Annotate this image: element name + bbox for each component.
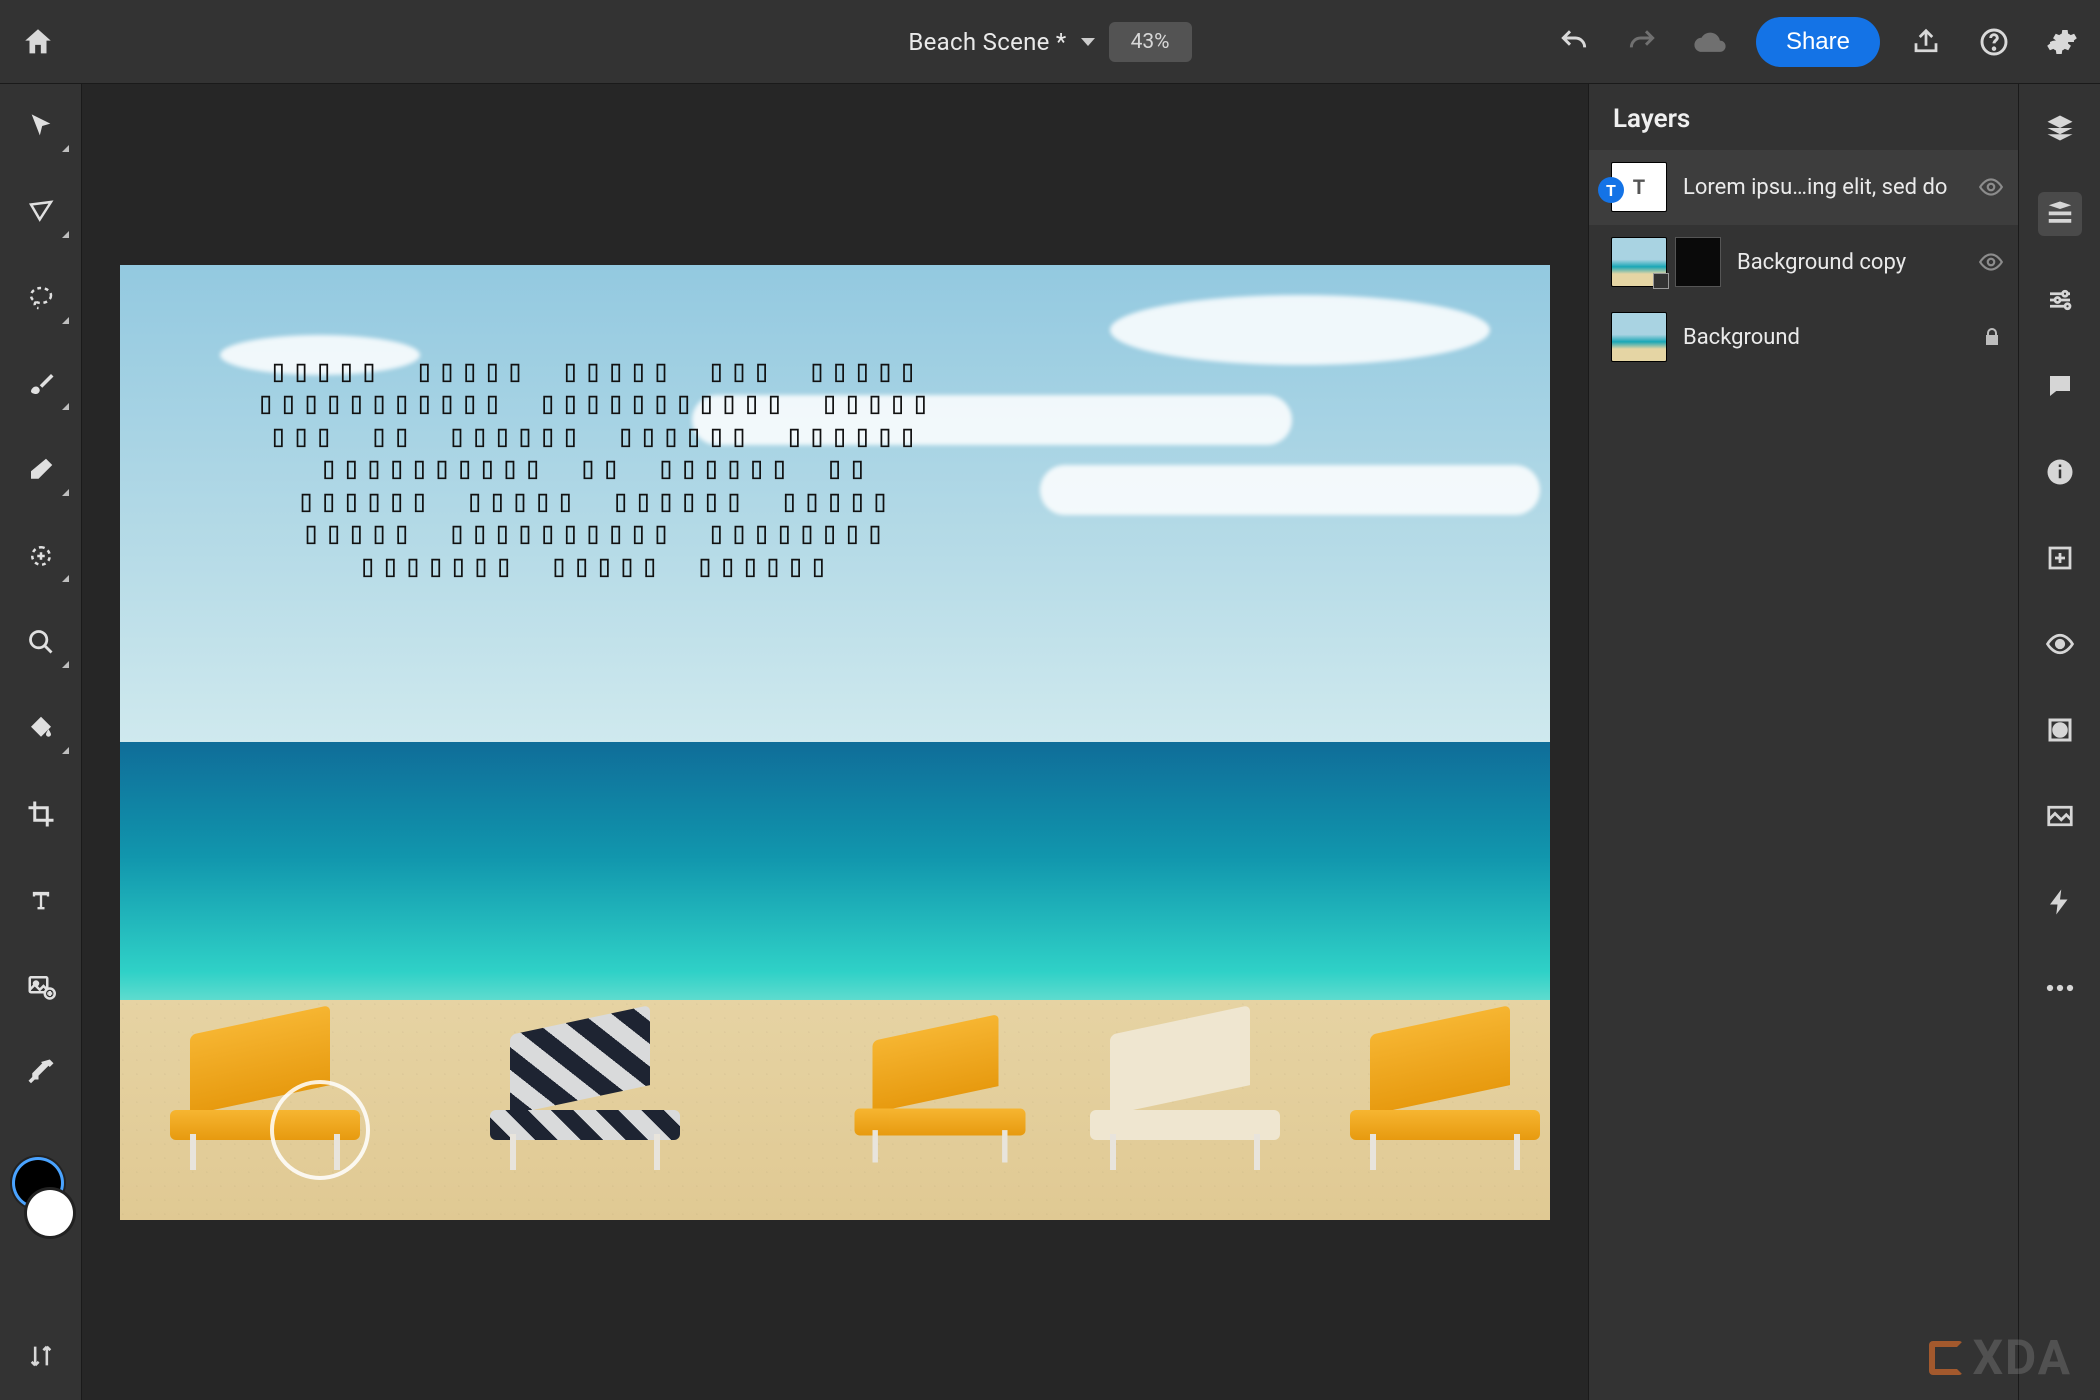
left-toolbar <box>0 84 82 1400</box>
gear-icon[interactable] <box>2040 20 2084 64</box>
canvas-text-layer[interactable]: ▯▯▯▯▯ ▯▯▯▯▯ ▯▯▯▯▯ ▯▯▯ ▯▯▯▯▯ ▯▯▯▯▯▯▯▯▯▯▯ … <box>195 355 995 583</box>
layers-icon[interactable] <box>2038 106 2082 150</box>
type-tool[interactable] <box>17 876 65 924</box>
zoom-percent[interactable]: 43% <box>1109 22 1192 62</box>
chevron-down-icon <box>1081 38 1095 46</box>
layer-thumb-text: T <box>1611 162 1667 212</box>
layer-properties-icon[interactable] <box>2038 192 2082 236</box>
watermark: XDA <box>1929 1329 2072 1386</box>
panel-title: Layers <box>1589 84 2018 150</box>
quick-action-icon[interactable] <box>2038 880 2082 924</box>
main-row: ▯▯▯▯▯ ▯▯▯▯▯ ▯▯▯▯▯ ▯▯▯ ▯▯▯▯▯ ▯▯▯▯▯▯▯▯▯▯▯ … <box>0 84 2100 1400</box>
layer-row[interactable]: Background <box>1589 300 2018 375</box>
cloud-sync-icon[interactable] <box>1688 20 1732 64</box>
add-icon[interactable] <box>2038 536 2082 580</box>
layer-row[interactable]: T Lorem ipsu…ing elit, sed do <box>1589 150 2018 225</box>
color-swatches[interactable] <box>11 1160 71 1280</box>
layer-name: Lorem ipsu…ing elit, sed do <box>1683 175 1962 200</box>
beach-chair <box>480 1020 690 1170</box>
crop-tool[interactable] <box>17 790 65 838</box>
watermark-text: XDA <box>1973 1329 2072 1386</box>
transform-tool[interactable] <box>17 188 65 236</box>
document-canvas[interactable]: ▯▯▯▯▯ ▯▯▯▯▯ ▯▯▯▯▯ ▯▯▯ ▯▯▯▯▯ ▯▯▯▯▯▯▯▯▯▯▯ … <box>120 265 1550 1220</box>
zoom-tool[interactable] <box>17 618 65 666</box>
layer-row[interactable]: Background copy <box>1589 225 2018 300</box>
redo-icon[interactable] <box>1620 20 1664 64</box>
selection-ring <box>270 1080 370 1180</box>
layer-mask-thumb <box>1675 237 1721 287</box>
comments-icon[interactable] <box>2038 364 2082 408</box>
info-icon[interactable] <box>2038 450 2082 494</box>
move-tool[interactable] <box>17 102 65 150</box>
visibility-icon[interactable] <box>2038 622 2082 666</box>
layer-name: Background <box>1683 325 1964 350</box>
visibility-icon[interactable] <box>1978 249 2004 275</box>
swap-colors-icon[interactable] <box>17 1332 65 1380</box>
beach-chair <box>846 1027 1035 1162</box>
canvas-area[interactable]: ▯▯▯▯▯ ▯▯▯▯▯ ▯▯▯▯▯ ▯▯▯ ▯▯▯▯▯ ▯▯▯▯▯▯▯▯▯▯▯ … <box>82 84 1588 1400</box>
beach-chair <box>1080 1020 1290 1170</box>
lock-icon[interactable] <box>1980 325 2004 349</box>
undo-icon[interactable] <box>1552 20 1596 64</box>
fill-tool[interactable] <box>17 704 65 752</box>
spot-heal-tool[interactable] <box>17 532 65 580</box>
background-color[interactable] <box>27 1190 73 1236</box>
home-icon[interactable] <box>16 20 60 64</box>
document-title-text: Beach Scene * <box>908 28 1066 56</box>
more-icon[interactable] <box>2038 966 2082 1010</box>
export-icon[interactable] <box>1904 20 1948 64</box>
ocean-region <box>120 742 1550 1029</box>
top-bar: Beach Scene * 43% Share <box>0 0 2100 84</box>
brush-tool[interactable] <box>17 360 65 408</box>
mask-icon[interactable] <box>2038 708 2082 752</box>
share-button[interactable]: Share <box>1756 17 1880 67</box>
beach-chair <box>1340 1020 1550 1170</box>
visibility-icon[interactable] <box>1978 174 2004 200</box>
document-title[interactable]: Beach Scene * <box>908 28 1094 56</box>
image-layer-icon[interactable] <box>2038 794 2082 838</box>
layer-name: Background copy <box>1737 250 1962 275</box>
lasso-tool[interactable] <box>17 274 65 322</box>
layers-panel: Layers T Lorem ipsu…ing elit, sed do Bac… <box>1588 84 2018 1400</box>
adjustments-icon[interactable] <box>2038 278 2082 322</box>
help-icon[interactable] <box>1972 20 2016 64</box>
layer-thumb-image <box>1611 312 1667 362</box>
eyedropper-tool[interactable] <box>17 1048 65 1096</box>
layer-thumb-smart <box>1611 237 1667 287</box>
right-rail <box>2018 84 2100 1400</box>
place-image-tool[interactable] <box>17 962 65 1010</box>
eraser-tool[interactable] <box>17 446 65 494</box>
